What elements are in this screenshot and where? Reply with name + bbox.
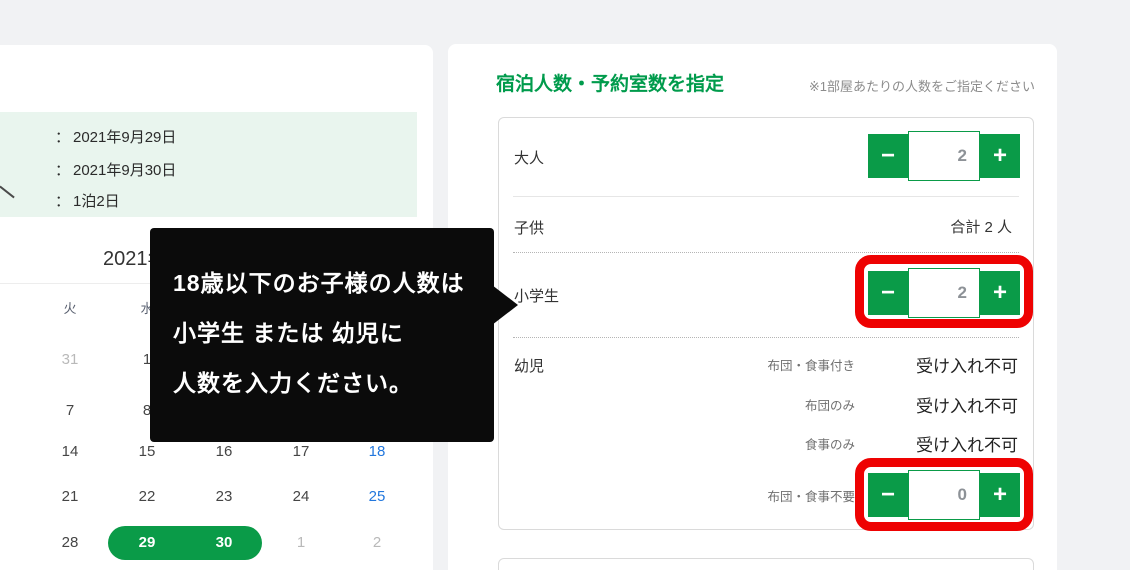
calendar-day[interactable]: 30 xyxy=(204,533,244,553)
separator: ： xyxy=(55,159,73,180)
calendar-day[interactable]: 22 xyxy=(127,487,167,507)
row-divider-dotted xyxy=(513,337,1019,338)
calendar-day[interactable]: 2 xyxy=(357,533,397,553)
elementary-minus-button[interactable]: − xyxy=(868,271,908,315)
adult-stepper: − 2 + xyxy=(868,131,1020,181)
calendar-day[interactable]: 17 xyxy=(281,442,321,462)
elementary-count-input[interactable]: 2 xyxy=(908,268,980,318)
infant-option-label: 布団・食事付き xyxy=(767,355,855,374)
infant-label: 幼児 xyxy=(514,355,544,376)
infant-stepper: − 0 + xyxy=(868,470,1020,520)
calendar-day[interactable]: 29 xyxy=(127,533,167,553)
checkout-date-row: ：2021年9月30日 xyxy=(55,159,176,180)
separator: ： xyxy=(55,126,73,147)
stay-length-row: ：1泊2日 xyxy=(55,190,120,211)
calendar-day[interactable]: 28 xyxy=(50,533,90,553)
calendar-day[interactable]: 16 xyxy=(204,442,244,462)
calendar-day[interactable]: 15 xyxy=(127,442,167,462)
row-divider-dotted xyxy=(513,252,1019,253)
infant-option-status: 受け入れ不可 xyxy=(916,392,1018,417)
calendar-day[interactable]: 21 xyxy=(50,487,90,507)
per-room-note: ※1部屋あたりの人数をご指定ください xyxy=(809,76,1035,95)
adult-minus-button[interactable]: − xyxy=(868,134,908,178)
weekday-header: 火 xyxy=(50,300,90,318)
calendar-day[interactable]: 23 xyxy=(204,487,244,507)
next-section-box xyxy=(498,558,1034,570)
stay-length: 1泊2日 xyxy=(73,193,120,210)
infant-option-status: 受け入れ不可 xyxy=(916,431,1018,456)
adult-plus-button[interactable]: + xyxy=(980,134,1020,178)
elementary-plus-button[interactable]: + xyxy=(980,271,1020,315)
adult-count-input[interactable]: 2 xyxy=(908,131,980,181)
tooltip-line: 18歳以下のお子様の人数は xyxy=(173,258,484,308)
calendar-day[interactable]: 14 xyxy=(50,442,90,462)
children-total: 合計 2 人 xyxy=(950,216,1012,237)
tooltip-arrow xyxy=(492,285,518,325)
calendar-day[interactable]: 7 xyxy=(50,401,90,421)
calendar-day[interactable]: 1 xyxy=(281,533,321,553)
infant-option-label: 食事のみ xyxy=(805,434,855,453)
infant-count-input[interactable]: 0 xyxy=(908,470,980,520)
guest-count-title: 宿泊人数・予約室数を指定 xyxy=(496,69,724,96)
calendar-day[interactable]: 25 xyxy=(357,487,397,507)
calendar-day[interactable]: 24 xyxy=(281,487,321,507)
booking-page: ：2021年9月29日 ：2021年9月30日 ：1泊2日 2021年9月 火水… xyxy=(0,0,1130,570)
infant-minus-button[interactable]: − xyxy=(868,473,908,517)
children-hint-tooltip: 18歳以下のお子様の人数は 小学生 または 幼児に 人数を入力ください。 xyxy=(150,228,494,442)
infant-option-status: 受け入れ不可 xyxy=(916,352,1018,377)
elementary-stepper: − 2 + xyxy=(868,268,1020,318)
checkin-date-row: ：2021年9月29日 xyxy=(55,126,176,147)
infant-option-label: 布団のみ xyxy=(805,395,855,414)
checkout-date: 2021年9月30日 xyxy=(73,162,176,179)
checkin-date: 2021年9月29日 xyxy=(73,129,176,146)
infant-no-futon-no-meal-label: 布団・食事不要 xyxy=(767,486,855,505)
elementary-label: 小学生 xyxy=(514,285,559,306)
tooltip-line: 人数を入力ください。 xyxy=(173,358,484,408)
calendar-day[interactable]: 31 xyxy=(50,350,90,370)
calendar-day[interactable]: 18 xyxy=(357,442,397,462)
row-divider xyxy=(513,196,1019,197)
infant-plus-button[interactable]: + xyxy=(980,473,1020,517)
tooltip-line: 小学生 または 幼児に xyxy=(173,308,484,358)
adult-label: 大人 xyxy=(514,147,544,168)
separator: ： xyxy=(55,190,73,211)
children-label: 子供 xyxy=(514,217,544,238)
